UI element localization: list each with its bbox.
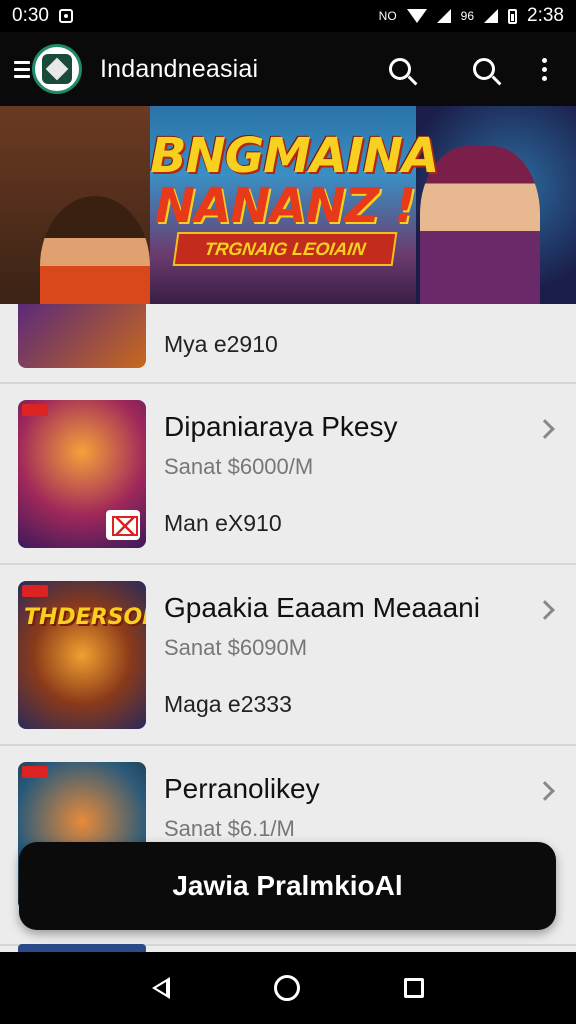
promo-banner[interactable]: BNGMAINA NANANZ ! TRGNAIG LEOIAIN [0, 106, 576, 304]
mail-icon [106, 510, 140, 540]
battery-icon [508, 8, 518, 24]
game-thumbnail: THDERSOI [18, 581, 146, 729]
item-title: Gpaakia Eaaam Meaaani [164, 592, 480, 623]
more-options-button[interactable] [522, 47, 566, 91]
logo-emblem [42, 54, 72, 84]
primary-action-button[interactable]: Jawia PralmkioAl [19, 842, 556, 930]
chevron-right-icon[interactable] [535, 419, 555, 439]
recent-apps-icon[interactable] [404, 978, 424, 998]
item-subtitle: Sanat $6.1/M [164, 816, 295, 841]
banner-title-line2: NANANZ ! [154, 178, 416, 234]
item-subtitle: Sanat $6000/M [164, 454, 314, 479]
list-item[interactable]: THDERSOI Gpaakia Eaaam Meaaani Sanat $60… [0, 565, 576, 746]
back-icon[interactable] [152, 977, 170, 999]
more-vert-icon [541, 57, 547, 81]
item-subtitle: Sanat $6090M [164, 635, 308, 660]
list-item[interactable]: Dipaniaraya Pkesy Sanat $6000/M Man eX91… [0, 384, 576, 565]
menu-icon[interactable] [14, 60, 30, 78]
status-time-left: 0:30 [12, 5, 49, 26]
list-item[interactable]: Mya e2910 [0, 304, 576, 384]
network-type-text: NO [378, 9, 397, 23]
item-meta: Maga e2333 [164, 691, 292, 717]
home-icon[interactable] [274, 975, 300, 1001]
chevron-right-icon[interactable] [535, 600, 555, 620]
thumbnail-label: THDERSOI [24, 605, 146, 630]
status-bar: 0:30 NO 96 2:38 [0, 0, 576, 32]
system-nav-bar [0, 952, 576, 1024]
thumbnail-badge [22, 766, 48, 778]
item-title: Perranolikey [164, 773, 320, 804]
chevron-right-icon[interactable] [535, 781, 555, 801]
thumbnail-badge [22, 585, 48, 597]
signal-icon [436, 9, 451, 23]
item-meta: Man eX910 [164, 510, 282, 536]
search-button-2[interactable] [462, 47, 506, 91]
status-left: 0:30 [12, 5, 73, 27]
app-title: Indandneasiai [100, 54, 259, 83]
signal-icon-2 [484, 9, 499, 23]
banner-hero-right [420, 146, 540, 304]
network-label: 96 [460, 9, 475, 23]
game-thumbnail [18, 304, 146, 368]
notification-icon [58, 9, 73, 23]
app-bar: Indandneasiai [0, 32, 576, 106]
search-icon [473, 58, 495, 80]
banner-title-line1: BNGMAINA [150, 128, 439, 184]
banner-ribbon: TRGNAIG LEOIAIN [172, 232, 398, 266]
status-right: NO 96 2:38 [379, 5, 564, 27]
search-icon [389, 58, 411, 80]
game-thumbnail [18, 400, 146, 548]
next-item-thumbnail-peek [18, 944, 146, 952]
item-meta: Mya e2910 [164, 331, 278, 357]
status-time-right: 2:38 [527, 5, 564, 26]
thumbnail-badge [22, 404, 48, 416]
app-logo[interactable] [32, 44, 82, 94]
wifi-icon [406, 9, 427, 23]
item-title: Dipaniaraya Pkesy [164, 411, 398, 442]
search-button[interactable] [378, 47, 422, 91]
